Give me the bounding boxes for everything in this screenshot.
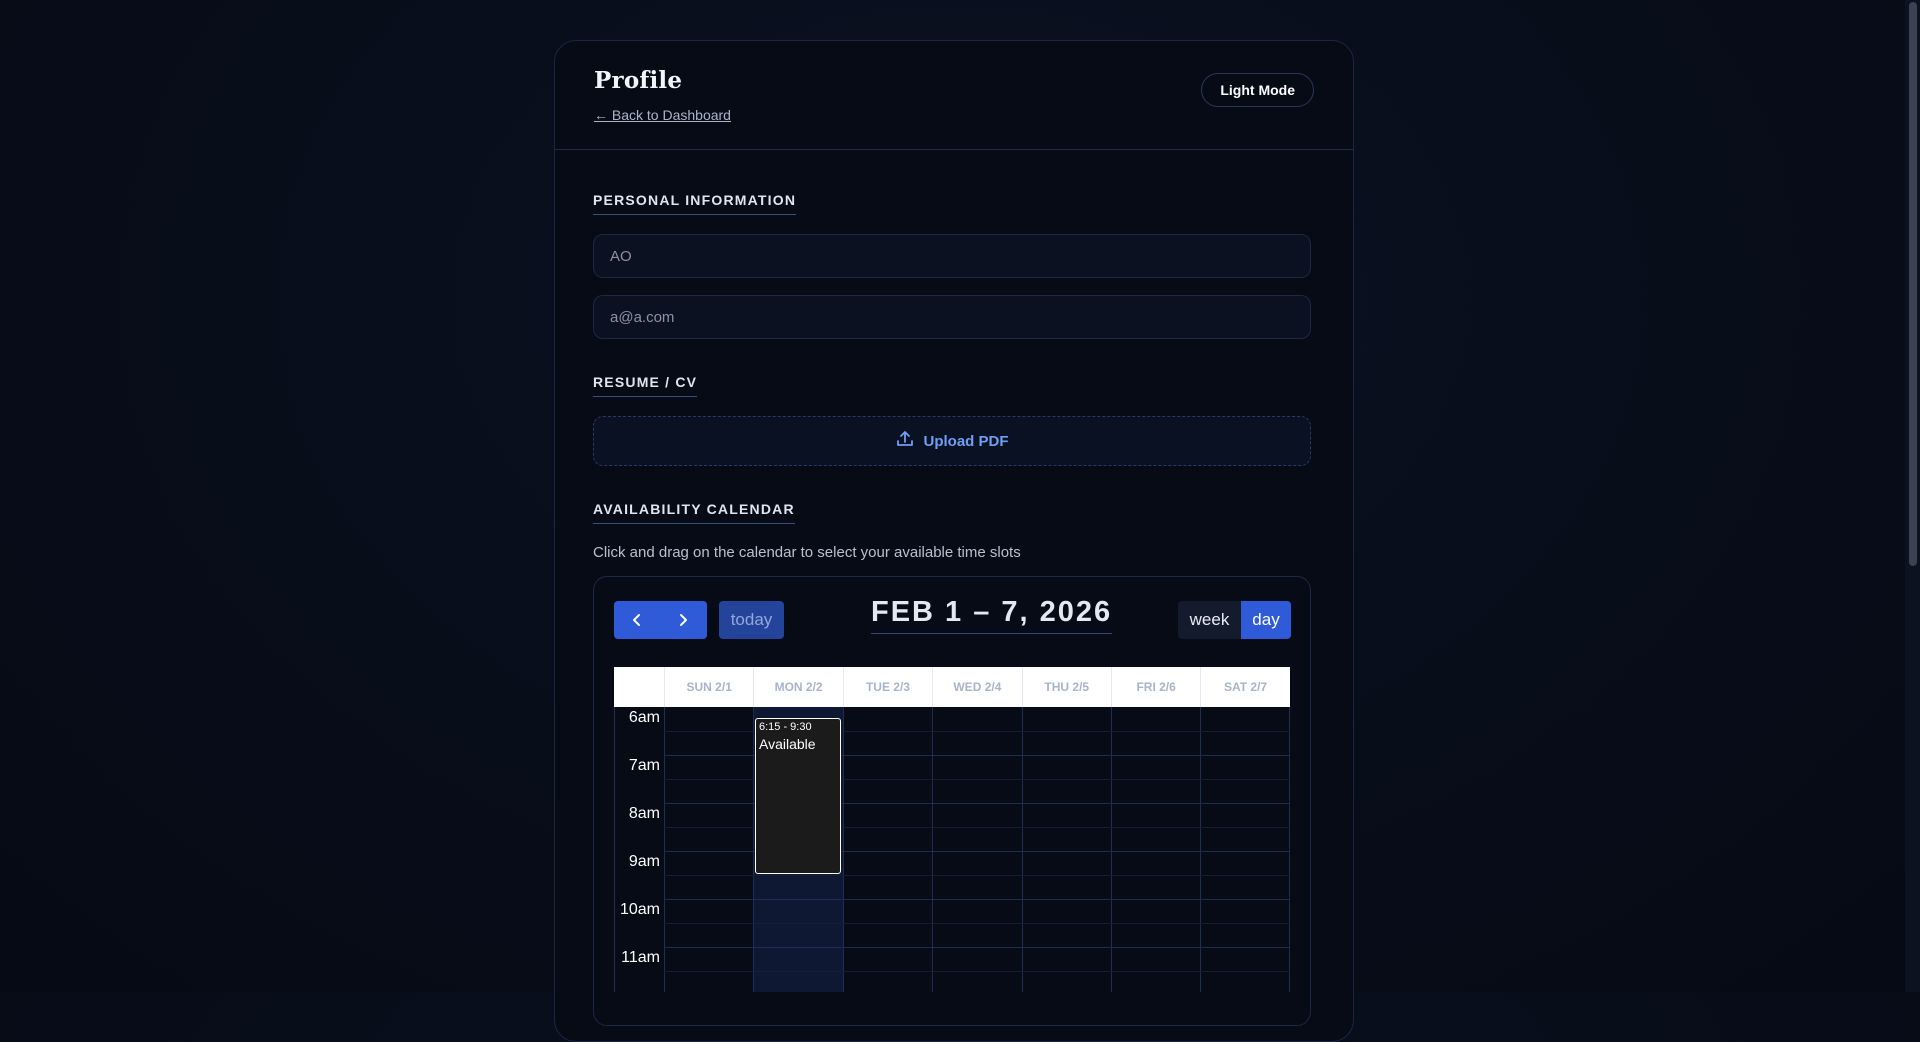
next-week-button[interactable] <box>660 601 706 639</box>
resume-heading: RESUME / CV <box>593 374 698 397</box>
name-field[interactable] <box>593 234 1311 278</box>
prev-week-button[interactable] <box>614 601 660 639</box>
upload-icon <box>896 430 914 453</box>
half-hour-line <box>664 875 1290 876</box>
day-header: SAT 2/7 <box>1200 667 1289 707</box>
day-header: FRI 2/6 <box>1110 667 1200 707</box>
calendar-header-row: SUN 2/1 MON 2/2 TUE 2/3 WED 2/4 THU 2/5 … <box>614 667 1290 707</box>
page-scrollbar[interactable] <box>1905 0 1920 992</box>
availability-event[interactable]: 6:15 - 9:30 Available <box>755 718 841 874</box>
half-hour-line <box>664 971 1290 972</box>
day-column[interactable] <box>1021 707 1111 992</box>
time-label: 11am <box>621 949 660 966</box>
day-column[interactable] <box>1111 707 1200 992</box>
day-header: THU 2/5 <box>1021 667 1111 707</box>
day-header: SUN 2/1 <box>664 667 753 707</box>
light-mode-button[interactable]: Light Mode <box>1201 73 1314 107</box>
day-view-button[interactable]: day <box>1241 601 1291 639</box>
scrollbar-thumb[interactable] <box>1909 2 1917 566</box>
time-label: 6am <box>628 709 660 726</box>
time-label: 7am <box>628 757 660 774</box>
event-time: 6:15 - 9:30 <box>759 721 812 733</box>
day-header: MON 2/2 <box>753 667 842 707</box>
page-title: Profile <box>594 67 683 94</box>
day-header: WED 2/4 <box>932 667 1021 707</box>
time-label: 10am <box>619 901 660 918</box>
hour-line <box>664 947 1290 948</box>
day-column[interactable] <box>842 707 932 992</box>
time-gutter-header <box>614 667 664 707</box>
day-column[interactable] <box>1200 707 1290 992</box>
chevron-left-icon <box>633 614 640 626</box>
calendar-title: FEB 1 – 7, 2026 <box>871 596 1113 634</box>
time-label: 8am <box>628 805 660 822</box>
personal-information-heading: PERSONAL INFORMATION <box>593 192 797 215</box>
calendar-grid[interactable]: SUN 2/1 MON 2/2 TUE 2/3 WED 2/4 THU 2/5 … <box>614 667 1290 992</box>
calendar-nav-group <box>614 601 707 639</box>
upload-pdf-button[interactable]: Upload PDF <box>593 416 1311 466</box>
day-column[interactable] <box>664 707 753 992</box>
today-button[interactable]: today <box>719 601 784 639</box>
availability-calendar-heading: AVAILABILITY CALENDAR <box>593 501 795 524</box>
week-view-button[interactable]: week <box>1178 601 1241 639</box>
hour-line <box>664 899 1290 900</box>
card-header: Profile ← Back to Dashboard Light Mode <box>555 41 1353 150</box>
day-column[interactable] <box>932 707 1021 992</box>
time-label: 9am <box>628 853 660 870</box>
back-to-dashboard-link[interactable]: ← Back to Dashboard <box>594 107 731 123</box>
calendar-helper-text: Click and drag on the calendar to select… <box>593 544 1021 561</box>
event-title: Available <box>759 736 816 752</box>
calendar-body[interactable]: 6am 7am 8am 9am 10am 11am 6:15 - 9:30 Av… <box>614 707 1290 992</box>
day-header: TUE 2/3 <box>842 667 932 707</box>
upload-pdf-label: Upload PDF <box>923 432 1009 450</box>
chevron-right-icon <box>680 614 687 626</box>
email-field[interactable] <box>593 295 1311 339</box>
half-hour-line <box>664 923 1290 924</box>
view-toggle: week day <box>1178 601 1291 639</box>
